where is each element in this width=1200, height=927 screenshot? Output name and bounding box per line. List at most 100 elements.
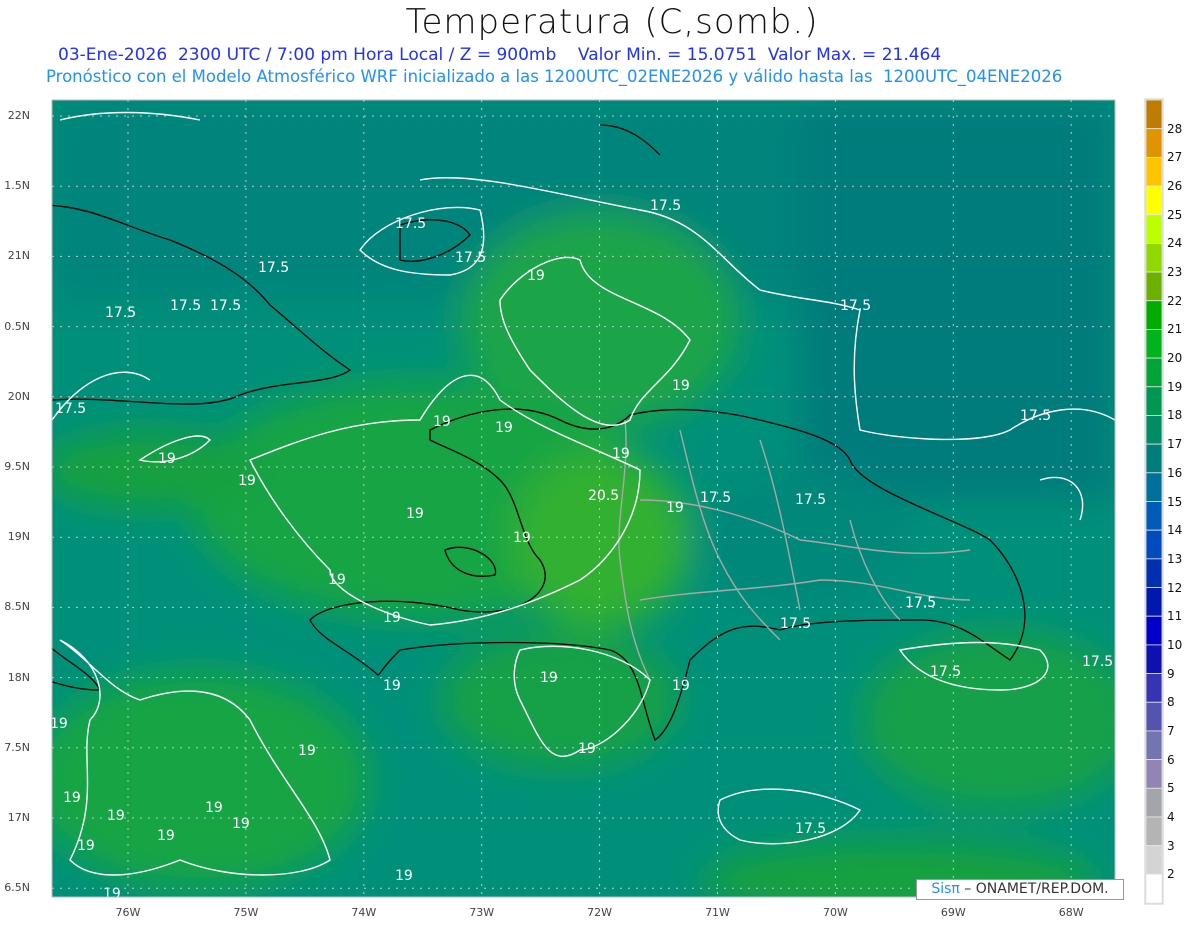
contour-label: 19 [513,530,531,546]
shaded-field: 17.5 17.5 17.5 17.5 17.5 17.5 17.5 17.5 17.5 17.5… [50,100,1115,897]
lat-label: 7.5N [4,740,30,754]
colorbar-swatch [1145,816,1163,847]
colorbar-swatch [1145,386,1163,416]
colorbar-label: 2 [1167,867,1175,882]
colorbar-swatch [1145,415,1163,445]
lat-label: 0.5N [4,319,30,333]
contour-label: 19 [238,473,256,489]
lat-label: 9.5N [4,460,30,473]
colorbar-label: 25 [1167,207,1183,222]
colorbar-swatch [1145,214,1163,244]
lon-label: 71W [705,906,730,919]
lat-label: 19N [7,530,30,544]
colorbar-label: 17 [1167,437,1183,452]
contour-label: 17.5 [650,198,681,214]
contour-label: 17.5 [795,821,826,837]
logo-sispi: Sisπ [931,881,960,897]
colorbar-swatch [1145,472,1163,502]
contour-label: 17.5 [455,250,486,266]
colorbar-swatch [1145,730,1163,761]
contour-label: 19 [540,670,558,686]
colorbar-swatch [1145,873,1163,904]
colorbar-label: 10 [1167,637,1183,652]
colorbar-label: 14 [1167,523,1183,538]
contour-label: 19 [50,716,68,732]
contour-label: 19 [612,446,630,462]
contour-label: 20.5 [588,488,619,504]
contour-label: 17.5 [395,216,426,232]
colorbar-label: 5 [1167,781,1175,796]
contour-label: 17.5 [1020,408,1051,424]
colorbar-swatch [1145,242,1163,273]
lon-label: 74W [351,906,377,919]
contour-label: 17.5 [795,492,826,508]
lon-label: 68W [1058,906,1084,919]
lon-label: 75W [233,906,259,919]
colorbar-swatch [1145,558,1163,588]
colorbar-label: 18 [1167,408,1183,423]
colorbar-swatch [1145,329,1163,359]
colorbar-swatch [1145,587,1163,617]
lat-label: 17N [7,811,30,824]
colorbar-swatch [1145,501,1163,531]
contour-label: 19 [107,808,125,824]
lat-label: 1.5N [4,179,30,193]
colorbar-label: 24 [1167,236,1183,251]
colorbar-label: 11 [1167,609,1183,624]
colorbar-label: 22 [1167,293,1183,308]
contour-label: 17.5 [930,664,961,680]
colorbar-label: 26 [1167,179,1183,194]
colorbar-label: 6 [1167,752,1175,767]
colorbar-label: 8 [1167,695,1175,710]
contour-label: 19 [232,816,250,832]
lat-label: 21N [7,249,30,263]
colorbar-label: 9 [1167,666,1175,681]
colorbar-swatch [1145,787,1163,818]
contour-label: 17.5 [210,298,241,314]
colorbar-label: 15 [1167,494,1183,509]
colorbar-swatch [1145,701,1163,732]
contour-label: 19 [406,506,424,522]
colorbar-label: 21 [1167,322,1183,337]
colorbar-swatch [1145,185,1163,216]
contour-label: 19 [495,420,513,436]
contour-label: 19 [395,868,413,884]
contour-label: 17.5 [258,260,289,276]
contour-label: 17.5 [840,298,871,314]
lat-label: 18N [7,670,30,684]
colorbar-label: 7 [1167,723,1175,738]
colorbar-label: 20 [1167,351,1183,366]
contour-label: 17.5 [905,595,936,611]
lon-label: 70W [822,906,848,919]
colorbar-label: 23 [1167,265,1183,280]
lat-label: 6.5N [4,881,30,895]
colorbar-swatch [1145,644,1163,674]
colorbar-swatch [1145,443,1163,474]
contour-label: 19 [578,741,596,757]
contour-label: 17.5 [55,401,86,417]
contour-label: 17.5 [170,298,201,314]
colorbar [1144,98,1164,905]
colorbar-swatch [1145,128,1163,158]
colorbar-label: 4 [1167,809,1175,824]
colorbar-swatch [1145,271,1163,302]
lon-label: 76W [115,906,141,919]
colorbar-label: 13 [1167,551,1183,566]
contour-label: 19 [77,838,95,854]
contour-label: 17.5 [105,305,136,321]
colorbar-swatch [1145,673,1163,703]
colorbar-label: 28 [1167,121,1183,136]
lat-label: 22N [7,109,30,122]
lon-label: 72W [587,906,613,919]
contour-label: 17.5 [780,616,811,632]
colorbar-swatch [1145,845,1163,875]
colorbar-swatch [1145,300,1163,330]
lon-label: 69W [940,906,966,919]
colorbar-swatch [1145,156,1163,187]
contour-label: 19 [205,800,223,816]
contour-label: 17.5 [1082,654,1113,670]
contour-label: 19 [328,572,346,588]
contour-label: 19 [666,500,684,516]
colorbar-swatch [1145,615,1163,646]
contour-label: 19 [383,678,401,694]
